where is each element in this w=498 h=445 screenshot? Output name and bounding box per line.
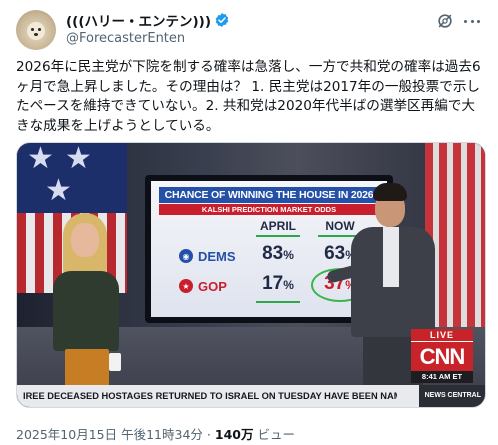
- graphic-subtitle: KALSHI PREDICTION MARKET ODDS: [159, 204, 379, 215]
- more-dot: [464, 19, 467, 23]
- gop-row: ★ GOP: [179, 273, 227, 299]
- gop-label: GOP: [198, 278, 227, 294]
- graphic-title: CHANCE OF WINNING THE HOUSE IN 2026: [159, 187, 379, 203]
- more-dot: [477, 19, 480, 23]
- avatar-eye: [31, 28, 34, 31]
- live-tag: LIVE: [411, 329, 473, 341]
- april-underline: [256, 235, 300, 237]
- coffee-cup-icon: [109, 353, 121, 371]
- percent-sign: %: [283, 248, 294, 262]
- star-icon: ★: [27, 142, 54, 176]
- timestamp[interactable]: 2025年10月15日 午後11時34分: [16, 427, 203, 442]
- cnn-logo: CNN: [411, 341, 473, 371]
- network-bug: LIVE CNN 8:41 AM ET: [411, 329, 473, 383]
- display-name[interactable]: (((ハリー・エンテン))): [66, 10, 211, 30]
- tweet-header: (((ハリー・エンテン))) @ForecasterEnten: [16, 10, 482, 50]
- tweet-media-image[interactable]: ★ ★ ★ CHANCE OF WINNING THE HOUSE IN 202…: [16, 142, 486, 408]
- views-count: 140万: [214, 427, 254, 442]
- dems-now-number: 63: [324, 243, 346, 264]
- column-april-label: APRIL: [260, 219, 296, 233]
- grok-icon[interactable]: [436, 12, 454, 30]
- top: [53, 271, 119, 351]
- presenter-woman: [47, 213, 127, 407]
- shirt: [383, 227, 399, 287]
- avatar[interactable]: [16, 10, 56, 50]
- more-icon[interactable]: [462, 12, 482, 30]
- avatar-eye: [38, 28, 41, 31]
- dems-april-value: 83%: [251, 243, 305, 265]
- tweet-text: 2026年に民主党が下院を制する確率は急落し、一方で共和党の確率は過去6ヶ月で急…: [16, 59, 481, 134]
- ticker-text: IREE DECEASED HOSTAGES RETURNED TO ISRAE…: [23, 391, 397, 401]
- hair: [373, 183, 407, 201]
- dems-row: ◉ DEMS: [179, 243, 236, 269]
- dems-april-number: 83: [262, 243, 284, 264]
- news-ticker: IREE DECEASED HOSTAGES RETURNED TO ISRAE…: [17, 385, 485, 407]
- more-dot: [470, 19, 474, 23]
- republican-logo-icon: ★: [179, 279, 193, 293]
- verified-badge-icon: [215, 13, 229, 27]
- dems-label: DEMS: [198, 248, 236, 264]
- broadcast-time: 8:41 AM ET: [411, 371, 473, 383]
- avatar-nose: [34, 33, 38, 36]
- meta-separator: ·: [206, 427, 211, 442]
- tweet-meta: 2025年10月15日 午後11時34分 · 140万 ビュー: [16, 424, 295, 443]
- name-row: (((ハリー・エンテン))): [66, 10, 230, 30]
- gop-april-value: 17%: [251, 273, 305, 295]
- face: [71, 223, 99, 257]
- star-icon: ★: [65, 142, 92, 176]
- avatar-face: [27, 22, 45, 40]
- democrat-logo-icon: ◉: [179, 249, 193, 263]
- user-handle[interactable]: @ForecasterEnten: [66, 31, 185, 46]
- ticker-brand: NEWS CENTRAL: [418, 385, 485, 407]
- views-label: ビュー: [257, 427, 295, 442]
- star-icon: ★: [45, 173, 72, 208]
- flag-stars-panel: ★ ★ ★: [17, 143, 127, 213]
- gop-april-underline: [256, 301, 300, 303]
- percent-sign: %: [283, 278, 294, 292]
- gop-april-number: 17: [262, 273, 284, 294]
